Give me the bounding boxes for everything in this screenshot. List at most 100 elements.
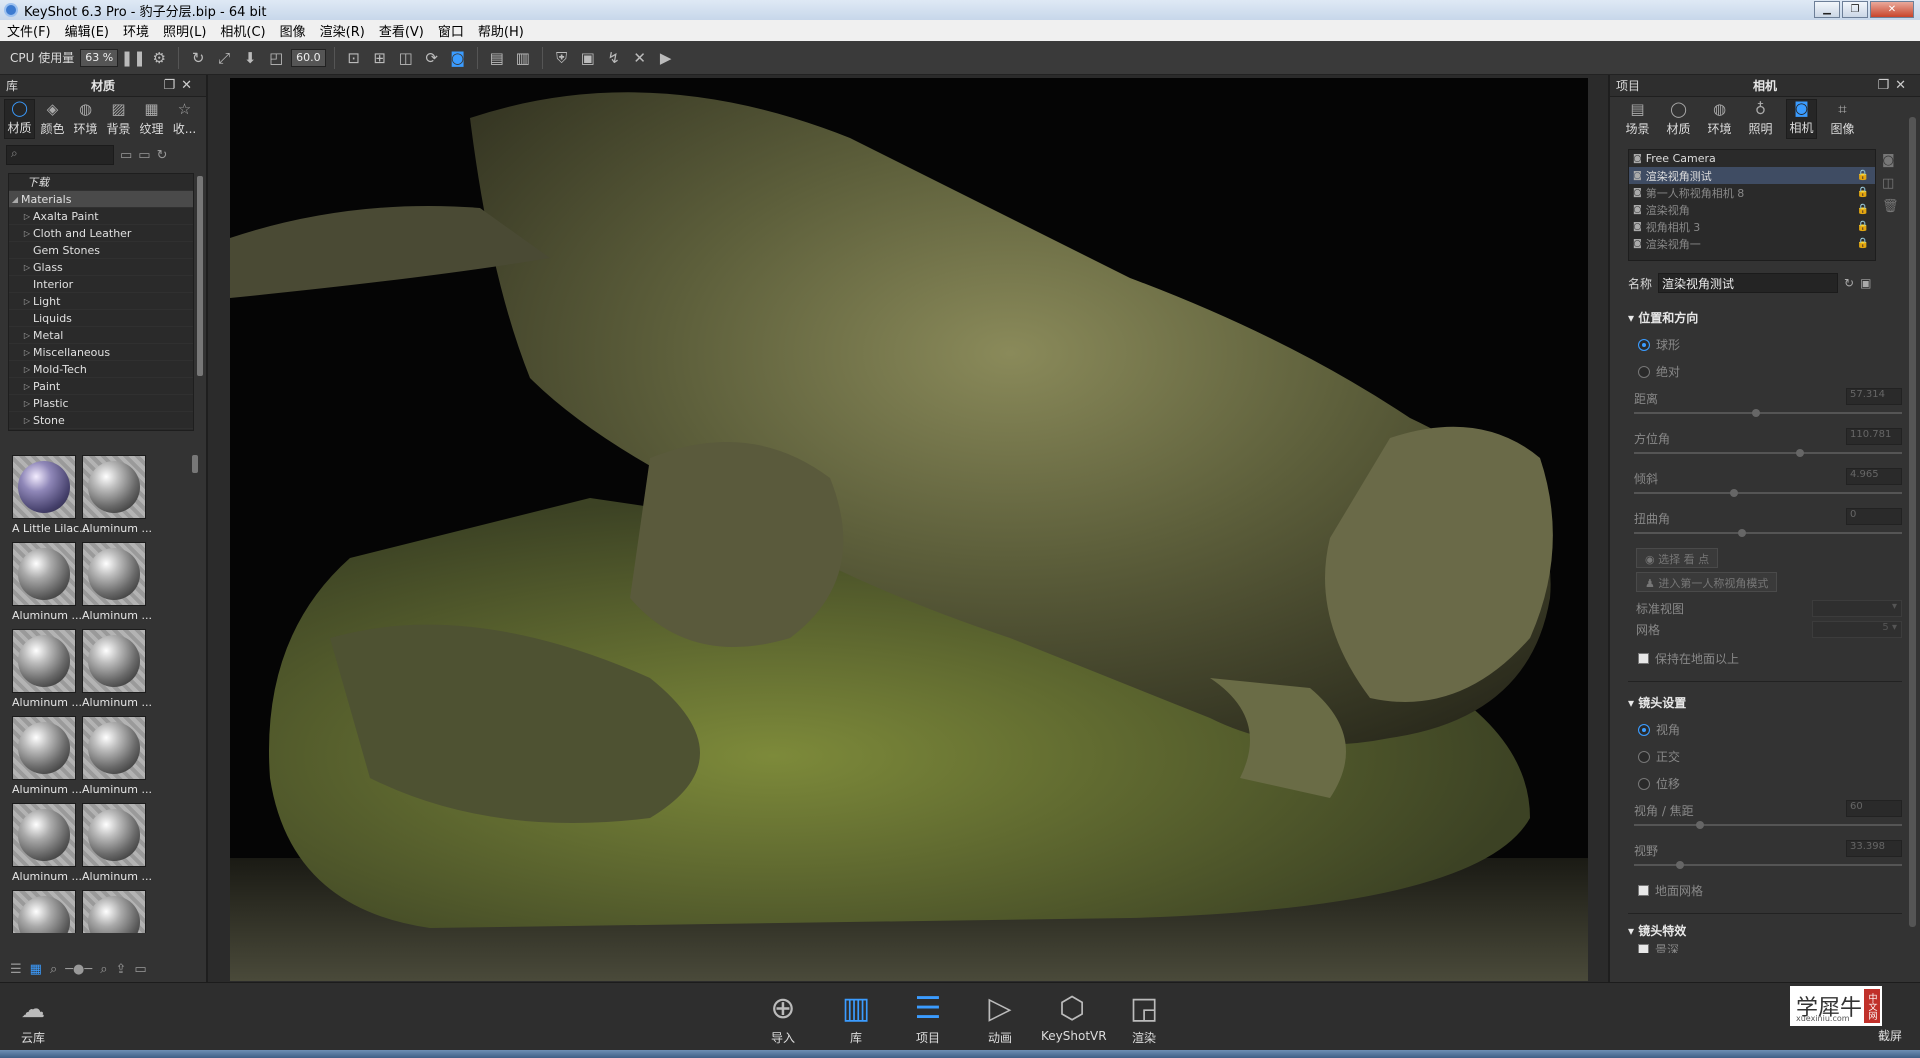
material-thumbnail[interactable]: Aluminum ... bbox=[12, 803, 82, 889]
save-screenshot-icon[interactable]: ⊞ bbox=[369, 47, 391, 69]
tree-item[interactable]: ▷ Paint bbox=[9, 378, 193, 395]
camera-item[interactable]: ◙ 视角相机 3 🔒 bbox=[1629, 218, 1875, 235]
incline-slider[interactable]: 倾斜 4.965 bbox=[1610, 460, 1920, 500]
radio-shift[interactable]: 位移 bbox=[1610, 765, 1920, 792]
lock-camera-icon[interactable]: ◙ bbox=[447, 47, 469, 69]
project-panel-scrollbar[interactable] bbox=[1909, 117, 1916, 927]
material-thumbnail[interactable] bbox=[82, 890, 152, 933]
screenshot-button[interactable]: 截屏 bbox=[1862, 1027, 1918, 1044]
tree-item[interactable]: ▷ Miscellaneous bbox=[9, 344, 193, 361]
expand-icon[interactable]: ✕ bbox=[629, 47, 651, 69]
expand-arrow-icon[interactable]: ▷ bbox=[21, 263, 33, 272]
menu-file[interactable]: 文件(F) bbox=[0, 21, 58, 40]
expand-arrow-icon[interactable]: ▷ bbox=[21, 229, 33, 238]
grid-dropdown[interactable]: 5 ▾ bbox=[1812, 620, 1902, 638]
material-thumbnail[interactable]: Aluminum ... bbox=[12, 629, 82, 715]
render-viewport[interactable] bbox=[230, 78, 1588, 981]
fov-icon[interactable]: ◰ bbox=[265, 47, 287, 69]
tree-item[interactable]: ▷ Metal bbox=[9, 327, 193, 344]
tree-item[interactable]: Liquids bbox=[9, 310, 193, 327]
folder-icon[interactable]: ▭ bbox=[120, 148, 132, 163]
cpu-usage-field[interactable]: 63 % bbox=[80, 48, 119, 67]
material-thumbnail[interactable]: Aluminum ... bbox=[82, 542, 152, 628]
tree-item[interactable]: ▷ Stone bbox=[9, 412, 193, 429]
geometry-view-icon[interactable]: ▤ bbox=[486, 47, 508, 69]
menu-environment[interactable]: 环境 bbox=[116, 21, 156, 40]
tab-image[interactable]: ⌗ 图像 bbox=[1827, 99, 1858, 139]
material-thumbnail[interactable]: Aluminum ... bbox=[82, 716, 152, 802]
collapse-arrow-icon[interactable]: ◢ bbox=[9, 195, 21, 204]
menu-image[interactable]: 图像 bbox=[273, 21, 313, 40]
azimuth-field[interactable]: 110.781 bbox=[1846, 428, 1902, 445]
new-folder-icon[interactable]: ▭ bbox=[138, 148, 150, 163]
camera-item[interactable]: ◙ 渲染视角 🔒 bbox=[1629, 201, 1875, 218]
depth-of-field-checkbox[interactable]: 景深 bbox=[1610, 939, 1920, 953]
section-lens-effects[interactable]: ▾ 镜头特效 bbox=[1610, 914, 1920, 939]
close-button[interactable]: ✕ bbox=[1870, 1, 1914, 18]
upload-icon[interactable]: ⇪ bbox=[116, 962, 127, 977]
library-search-input[interactable]: ⌕ bbox=[6, 145, 114, 165]
keep-above-ground-checkbox[interactable]: 保持在地面以上 bbox=[1610, 640, 1920, 667]
expand-arrow-icon[interactable]: ▷ bbox=[21, 382, 33, 391]
tab-textures[interactable]: ▦ 纹理 bbox=[136, 99, 167, 139]
minimize-button[interactable]: ▁ bbox=[1814, 1, 1840, 18]
expand-arrow-icon[interactable]: ▷ bbox=[21, 399, 33, 408]
tree-scrollbar[interactable] bbox=[197, 176, 203, 376]
refresh-icon[interactable]: ↻ bbox=[157, 148, 168, 163]
tab-scene[interactable]: ▤ 场景 bbox=[1622, 99, 1653, 139]
expand-arrow-icon[interactable]: ▷ bbox=[21, 348, 33, 357]
panel-float-close-icons[interactable]: ❐✕ bbox=[1877, 78, 1912, 93]
material-thumbnail[interactable]: A Little Lilac... bbox=[12, 455, 90, 541]
lock-icon[interactable]: 🔒 bbox=[1857, 204, 1869, 215]
console-icon[interactable]: ▶ bbox=[655, 47, 677, 69]
save-camera-icon[interactable]: ▣ bbox=[1860, 276, 1871, 290]
camera-item[interactable]: ◙ 第一人称视角相机 8 🔒 bbox=[1629, 184, 1875, 201]
render-button[interactable]: ◲ 渲染 bbox=[1113, 989, 1175, 1046]
menu-render[interactable]: 渲染(R) bbox=[313, 21, 372, 40]
cloud-library-button[interactable]: ☁ 云库 bbox=[2, 989, 64, 1046]
duplicate-camera-icon[interactable]: ◫ bbox=[1882, 176, 1899, 191]
lock-icon[interactable]: 🔒 bbox=[1857, 238, 1869, 249]
radio-spherical[interactable]: 球形 bbox=[1610, 326, 1920, 353]
camera-item[interactable]: ◙ 渲染视角一 🔒 bbox=[1629, 235, 1875, 252]
material-thumbnail[interactable]: Aluminum ... bbox=[12, 716, 82, 802]
camera-item[interactable]: ◙ Free Camera bbox=[1629, 150, 1875, 167]
add-camera-icon[interactable]: ◙ bbox=[1882, 153, 1899, 168]
drop-to-ground-icon[interactable]: ⬇ bbox=[239, 47, 261, 69]
shield-icon[interactable]: ⛨ bbox=[551, 47, 573, 69]
tree-item[interactable]: ▷ Axalta Paint bbox=[9, 208, 193, 225]
tab-camera[interactable]: ◙ 相机 bbox=[1786, 99, 1817, 139]
keyshotvr-button[interactable]: ⬡ KeyShotVR bbox=[1041, 989, 1107, 1043]
lock-icon[interactable]: 🔒 bbox=[1857, 187, 1869, 198]
update-camera-icon[interactable]: ↻ bbox=[1844, 276, 1854, 290]
pause-icon[interactable]: ❚❚ bbox=[121, 47, 146, 69]
radio-perspective[interactable]: 视角 bbox=[1610, 711, 1920, 738]
azimuth-slider[interactable]: 方位角 110.781 bbox=[1610, 420, 1920, 460]
performance-mode-icon[interactable]: ⚙ bbox=[148, 47, 170, 69]
lock-icon[interactable]: 🔒 bbox=[1857, 221, 1869, 232]
select-lookat-button[interactable]: ◉ 选择 看 点 bbox=[1636, 548, 1719, 568]
tab-environments[interactable]: ◍ 环境 bbox=[70, 99, 101, 139]
section-lens-settings[interactable]: ▾ 镜头设置 bbox=[1610, 682, 1920, 711]
panel-float-close-icons[interactable]: ❐✕ bbox=[163, 78, 198, 93]
thumbnail-scrollbar[interactable] bbox=[192, 455, 198, 473]
maximize-button[interactable]: ❐ bbox=[1842, 1, 1868, 18]
project-button[interactable]: ☰ 项目 bbox=[897, 989, 959, 1046]
tab-materials[interactable]: ◯ 材质 bbox=[1663, 99, 1694, 139]
tab-environment[interactable]: ◍ 环境 bbox=[1704, 99, 1735, 139]
material-thumbnail[interactable] bbox=[12, 890, 82, 933]
field-of-view-field[interactable]: 33.398 bbox=[1846, 840, 1902, 857]
lock-icon[interactable]: 🔒 bbox=[1857, 170, 1869, 181]
animation-button[interactable]: ▷ 动画 bbox=[969, 989, 1031, 1046]
distance-slider[interactable]: 距离 57.314 bbox=[1610, 380, 1920, 420]
tree-item[interactable]: ▷ Light bbox=[9, 293, 193, 310]
tree-header-downloads[interactable]: 下载 bbox=[9, 174, 193, 191]
tree-item[interactable]: ▷ Mold-Tech bbox=[9, 361, 193, 378]
expand-arrow-icon[interactable]: ▷ bbox=[21, 331, 33, 340]
expand-arrow-icon[interactable]: ▷ bbox=[21, 212, 33, 221]
delete-camera-icon[interactable]: 🗑 bbox=[1882, 199, 1899, 214]
tree-item[interactable]: ▷ Cloth and Leather bbox=[9, 225, 193, 242]
first-person-button[interactable]: ♟ 进入第一人称视角模式 bbox=[1636, 572, 1778, 592]
material-thumbnail[interactable]: Aluminum ... bbox=[12, 542, 82, 628]
tree-item[interactable]: Gem Stones bbox=[9, 242, 193, 259]
